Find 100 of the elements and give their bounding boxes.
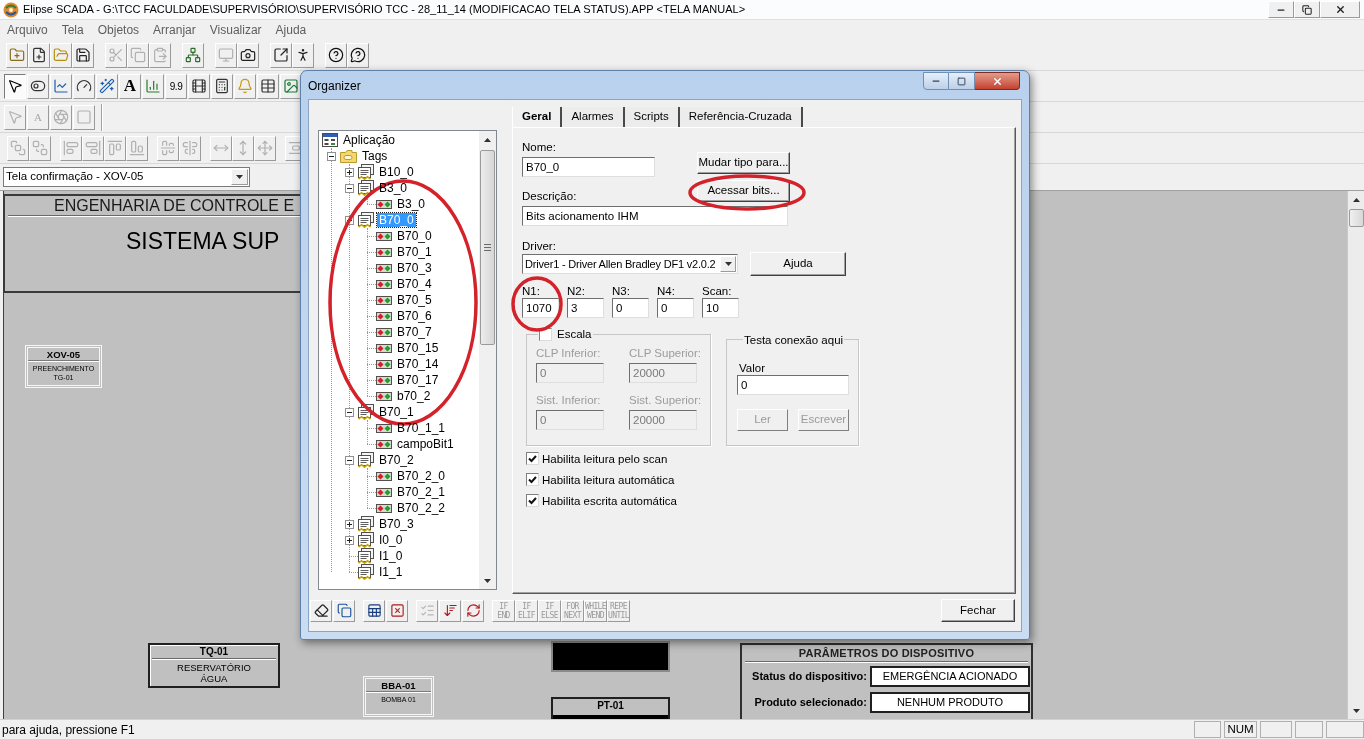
description-field[interactable]: Bits acionamento IHM (522, 206, 788, 226)
tree-item[interactable]: B70_3 (395, 261, 434, 275)
tag-block-icon (358, 404, 374, 420)
tree-item[interactable]: B70_2 (377, 453, 416, 467)
driver-dropdown[interactable]: Driver1 - Driver Allen Bradley DF1 v2.0.2 (522, 254, 738, 274)
restore-button[interactable] (1294, 1, 1320, 18)
change-type-button[interactable]: Mudar tipo para... (697, 152, 790, 174)
bit-tag-icon (376, 503, 392, 513)
menu-item[interactable]: Visualizar (202, 21, 269, 39)
tree-item[interactable]: B70_5 (395, 293, 434, 307)
tree-item[interactable]: B70_2_2 (395, 501, 448, 515)
tree-item[interactable]: I0_0 (377, 533, 405, 547)
tag-title: XOV-05 (46, 349, 81, 360)
help-button[interactable]: Ajuda (750, 252, 846, 276)
collapse-icon[interactable] (344, 455, 354, 465)
menu-item[interactable]: Tela (54, 21, 91, 39)
tree-item[interactable]: B70_1_1 (395, 421, 448, 435)
address-field[interactable]: 10 (702, 298, 739, 318)
collapse-icon[interactable] (326, 151, 336, 161)
tree-item[interactable]: B70_14 (395, 357, 441, 371)
bit-tag-icon (376, 263, 392, 273)
tree-item[interactable]: Tags (360, 149, 390, 163)
bit-tag-icon (376, 375, 392, 385)
aperture-icon (53, 109, 69, 125)
address-field[interactable]: 0 (657, 298, 694, 318)
parameter-label: Status do dispositivo: (751, 668, 868, 684)
tag-block-icon (358, 452, 374, 468)
tag-block-icon (358, 516, 374, 532)
tree-item[interactable]: B3_0 (395, 197, 428, 211)
field-label: Scan: (702, 284, 733, 298)
scrollbar-thumb[interactable] (480, 150, 495, 345)
tree-item[interactable]: B70_2_0 (395, 469, 448, 483)
tree-item[interactable]: B70_15 (395, 341, 441, 355)
tab[interactable]: Referência-Cruzada (679, 107, 803, 127)
tab[interactable]: Geral (512, 107, 563, 127)
bit-tag-icon (376, 423, 392, 433)
close-dialog-button[interactable]: Fechar (941, 599, 1015, 622)
gauge-icon (76, 78, 92, 94)
center-horizontal-icon (160, 140, 176, 156)
expand-icon[interactable] (344, 167, 354, 177)
tree-item[interactable]: B70_7 (395, 325, 434, 339)
scrollbar-thumb[interactable] (1348, 209, 1364, 227)
tree-item[interactable]: B70_4 (395, 277, 434, 291)
toggle-icon (30, 78, 46, 94)
expand-icon[interactable] (344, 535, 354, 545)
bit-tag-icon (376, 279, 392, 289)
person-icon (295, 47, 311, 63)
tree-item[interactable]: B70_0 (395, 229, 434, 243)
scissors-icon (108, 47, 124, 63)
bit-tag-icon (376, 343, 392, 353)
tree-item[interactable]: B70_1 (395, 245, 434, 259)
collapse-icon[interactable] (344, 183, 354, 193)
expand-icon[interactable] (344, 519, 354, 529)
tree-item[interactable]: b70_2 (395, 389, 433, 403)
tree-item[interactable]: B70_2_1 (395, 485, 448, 499)
bit-tag-icon (376, 327, 392, 337)
bit-tag-icon (376, 295, 392, 305)
access-bits-button[interactable]: Acessar bits... (697, 180, 790, 202)
tab[interactable]: Alarmes (562, 107, 625, 127)
checkbox[interactable] (526, 452, 539, 465)
tag-title: BBA-01 (381, 680, 416, 691)
value-field[interactable]: 0 (737, 375, 849, 395)
tab[interactable]: Scripts (624, 107, 680, 127)
address-field[interactable]: 1070 (522, 298, 559, 318)
clipboard-icon (152, 47, 168, 63)
name-field[interactable]: B70_0 (522, 157, 655, 177)
checkbox[interactable] (526, 473, 539, 486)
tree-item[interactable]: B70_6 (395, 309, 434, 323)
copy-icon (130, 47, 146, 63)
tree-item[interactable]: B70_17 (395, 373, 441, 387)
screen-dropdown[interactable]: Tela confirmação - XOV-05 (3, 167, 250, 187)
tree-item[interactable]: I1_1 (377, 565, 405, 579)
text-tool-button[interactable]: A (119, 73, 141, 99)
field-label: Valor (738, 361, 766, 375)
tree-item[interactable]: B70_3 (377, 517, 416, 531)
tree-item[interactable]: Aplicação (341, 133, 398, 147)
menu-item[interactable]: Ajuda (268, 21, 314, 39)
tree-item[interactable]: B70_1 (377, 405, 416, 419)
maximize-button[interactable] (949, 72, 975, 90)
menu-item[interactable]: Arquivo (0, 21, 55, 39)
bit-tag-icon (376, 439, 392, 449)
tree-item[interactable]: B3_0 (377, 181, 410, 195)
tree-item[interactable]: I1_0 (377, 549, 405, 563)
up-arrow-icon (1352, 197, 1360, 202)
checkbox[interactable] (526, 494, 539, 507)
menu-item[interactable]: Arranjar (146, 21, 203, 39)
align-right-icon (85, 140, 101, 156)
bit-tag-icon (376, 471, 392, 481)
toolbar-button[interactable] (4, 73, 26, 99)
address-field[interactable]: 0 (612, 298, 649, 318)
tree-item[interactable]: campoBit1 (395, 437, 456, 451)
numeric-display-button[interactable]: 9.9 (165, 73, 187, 99)
tree-item[interactable]: B10_0 (377, 165, 416, 179)
caret-icon (724, 262, 732, 266)
address-field[interactable]: 3 (567, 298, 604, 318)
close-button[interactable] (975, 72, 1020, 90)
menu-item[interactable]: Objetos (90, 21, 147, 39)
camera-icon (240, 47, 256, 63)
minimize-button[interactable] (923, 72, 949, 90)
collapse-icon[interactable] (344, 407, 354, 417)
